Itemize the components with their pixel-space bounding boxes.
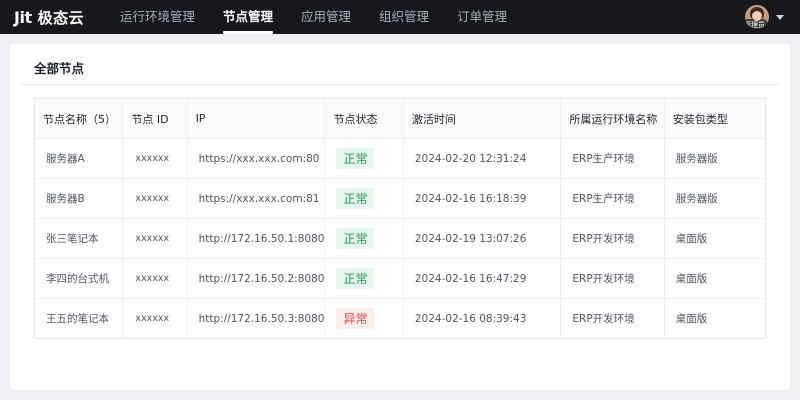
cell-node-id: xxxxxx	[122, 178, 188, 219]
table-row[interactable]: 王五的笔记本 xxxxxx http://172.16.50.3:8080 异常…	[34, 298, 766, 339]
nav-item-orders[interactable]: 订单管理	[443, 0, 521, 34]
cell-ip: https://xxx.xxx.com:80	[187, 138, 326, 179]
table-row[interactable]: 李四的台式机 xxxxxx http://172.16.50.2:8080 正常…	[34, 258, 766, 299]
cell-package: 桌面版	[664, 258, 766, 299]
cell-node-id: xxxxxx	[122, 258, 188, 299]
column-header-env: 所属运行环境名称	[560, 98, 665, 139]
nav-item-runtime-env[interactable]: 运行环境管理	[106, 0, 209, 34]
cell-ip: http://172.16.50.2:8080	[187, 258, 326, 299]
user-role-badge: 管理员	[745, 19, 768, 29]
cell-env: ERP生产环境	[560, 178, 665, 219]
column-header-status: 节点状态	[324, 98, 404, 139]
cell-status: 正常	[324, 178, 404, 219]
nav-item-org[interactable]: 组织管理	[365, 0, 443, 34]
column-header-ip: IP	[187, 98, 326, 139]
table-row[interactable]: 张三笔记本 xxxxxx http://172.16.50.1:8080 正常 …	[34, 218, 766, 259]
cell-node-id: xxxxxx	[122, 138, 188, 179]
cell-ip: http://172.16.50.3:8080	[187, 298, 326, 339]
cell-package: 桌面版	[664, 298, 766, 339]
nav-item-nodes[interactable]: 节点管理	[209, 0, 287, 34]
cell-env: ERP生产环境	[560, 138, 665, 179]
cell-env: ERP开发环境	[560, 298, 665, 339]
cell-node-name: 张三笔记本	[34, 218, 124, 259]
status-badge: 正常	[336, 268, 375, 289]
cell-node-name: 李四的台式机	[34, 258, 124, 299]
cell-node-id: xxxxxx	[122, 218, 188, 259]
column-header-name: 节点名称（5）	[34, 98, 124, 139]
cell-activated-time: 2024-02-20 12:31:24	[403, 138, 562, 179]
nav-item-apps[interactable]: 应用管理	[287, 0, 365, 34]
brand-logo-mark: Jit	[14, 7, 32, 27]
status-badge: 异常	[336, 308, 375, 329]
avatar[interactable]: 管理员	[745, 5, 769, 29]
cell-node-name: 服务器A	[34, 138, 124, 179]
brand-logo[interactable]: Jit 极态云	[14, 6, 84, 28]
table-header-row: 节点名称（5） 节点 ID IP 节点状态 激活时间 所属运行环境名称 安装包类…	[34, 98, 766, 139]
user-menu[interactable]: 管理员	[745, 4, 784, 30]
cell-status: 异常	[324, 298, 404, 339]
cell-env: ERP开发环境	[560, 258, 665, 299]
table-row[interactable]: 服务器B xxxxxx https://xxx.xxx.com:81 正常 20…	[34, 178, 766, 219]
cell-node-name: 服务器B	[34, 178, 124, 219]
cell-activated-time: 2024-02-19 13:07:26	[403, 218, 562, 259]
status-badge: 正常	[336, 188, 375, 209]
cell-activated-time: 2024-02-16 16:47:29	[403, 258, 562, 299]
column-header-activated-time: 激活时间	[403, 98, 562, 139]
nodes-card: 全部节点 节点名称（5） 节点 ID IP 节点状态 激活时间 所属运行环境名称…	[10, 44, 790, 390]
nodes-table: 节点名称（5） 节点 ID IP 节点状态 激活时间 所属运行环境名称 安装包类…	[34, 98, 766, 339]
divider	[20, 84, 780, 85]
cell-activated-time: 2024-02-16 08:39:43	[403, 298, 562, 339]
cell-package: 桌面版	[664, 218, 766, 259]
cell-package: 服务器版	[664, 138, 766, 179]
cell-ip: https://xxx.xxx.com:81	[187, 178, 326, 219]
brand-name: 极态云	[37, 8, 85, 27]
page-title: 全部节点	[34, 61, 85, 76]
top-navbar: Jit 极态云 运行环境管理 节点管理 应用管理 组织管理 订单管理 管理员	[0, 0, 800, 34]
cell-status: 正常	[324, 138, 404, 179]
table-row[interactable]: 服务器A xxxxxx https://xxx.xxx.com:80 正常 20…	[34, 138, 766, 179]
status-badge: 正常	[336, 228, 375, 249]
column-header-package: 安装包类型	[672, 112, 728, 126]
cell-status: 正常	[324, 218, 404, 259]
cell-status: 正常	[324, 258, 404, 299]
cell-package: 服务器版	[664, 178, 766, 219]
cell-env: ERP开发环境	[560, 218, 665, 259]
cell-ip: http://172.16.50.1:8080	[187, 218, 326, 259]
status-badge: 正常	[336, 148, 375, 169]
column-header-id: 节点 ID	[122, 98, 188, 139]
cell-node-name: 王五的笔记本	[34, 298, 124, 339]
main-nav: 运行环境管理 节点管理 应用管理 组织管理 订单管理	[106, 0, 521, 34]
cell-activated-time: 2024-02-16 16:18:39	[403, 178, 562, 219]
cell-node-id: xxxxxx	[122, 298, 188, 339]
chevron-down-icon[interactable]	[776, 14, 784, 20]
